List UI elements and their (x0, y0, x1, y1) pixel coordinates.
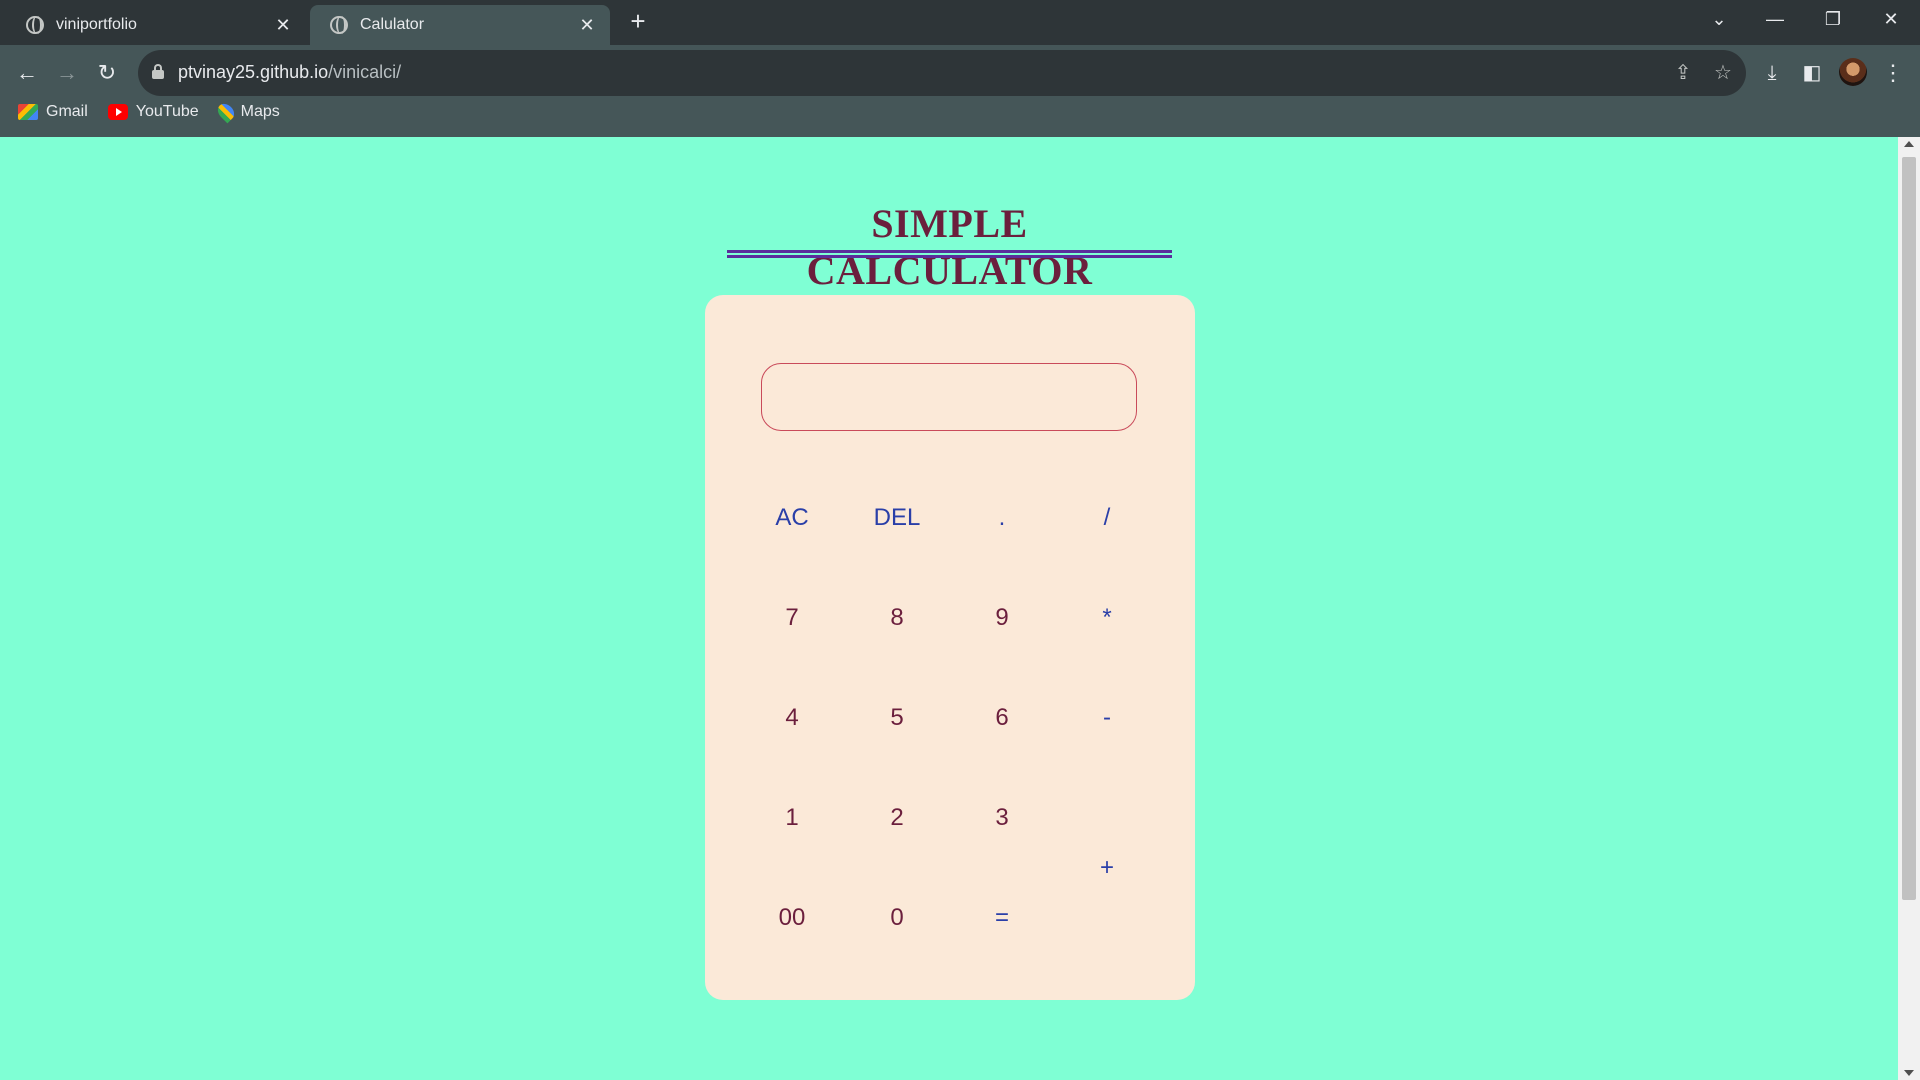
zero-button[interactable]: 0 (852, 888, 942, 948)
bookmark-youtube[interactable]: YouTube (107, 103, 199, 121)
one-button[interactable]: 1 (747, 788, 837, 848)
tab-calculator[interactable]: Calulator ✕ (310, 5, 610, 45)
lock-icon[interactable] (152, 64, 164, 79)
window-close-icon[interactable]: ✕ (1864, 0, 1918, 38)
multiply-button[interactable]: * (1062, 588, 1152, 648)
eight-button[interactable]: 8 (852, 588, 942, 648)
seven-button[interactable]: 7 (747, 588, 837, 648)
scrollbar-thumb[interactable] (1902, 157, 1916, 900)
page-title: SIMPLE CALCULATOR (806, 201, 1093, 293)
url-path: /vinicalci/ (328, 62, 402, 82)
two-button[interactable]: 2 (852, 788, 942, 848)
tab-bar: viniportfolio ✕ Calulator ✕ + ⌄ — ❐ ✕ (0, 0, 1920, 45)
nine-button[interactable]: 9 (957, 588, 1047, 648)
page-viewport: SIMPLE CALCULATOR AC DEL . / 7 8 9 * 4 5… (0, 137, 1898, 1080)
bookmark-label: YouTube (135, 103, 199, 120)
share-icon[interactable]: ⇪ (1668, 58, 1698, 88)
title-underline (727, 250, 1172, 258)
decimal-button[interactable]: . (957, 488, 1047, 548)
delete-button[interactable]: DEL (852, 488, 942, 548)
bookmark-star-icon[interactable]: ☆ (1708, 58, 1738, 88)
scroll-up-arrow-icon[interactable] (1904, 141, 1914, 147)
browser-toolbar: ← → ↻ ptvinay25.github.io/vinicalci/ ⇪ ☆… (0, 45, 1920, 137)
close-tab-icon[interactable]: ✕ (572, 15, 602, 36)
tab-search-icon[interactable]: ⌄ (1692, 0, 1746, 38)
divide-button[interactable]: / (1062, 488, 1152, 548)
youtube-icon (107, 104, 128, 120)
side-panel-icon[interactable]: ◧ (1794, 55, 1830, 91)
scroll-down-arrow-icon[interactable] (1904, 1070, 1914, 1076)
tab-viniportfolio[interactable]: viniportfolio ✕ (6, 5, 306, 45)
maps-icon (214, 100, 237, 124)
minimize-icon[interactable]: — (1748, 0, 1802, 38)
address-bar[interactable]: ptvinay25.github.io/vinicalci/ ⇪ ☆ (138, 50, 1746, 96)
back-arrow-icon[interactable]: ← (9, 55, 45, 91)
forward-arrow-icon[interactable]: → (49, 55, 85, 91)
close-tab-icon[interactable]: ✕ (268, 15, 298, 36)
bookmark-label: Gmail (46, 103, 88, 120)
bookmarks-bar: Gmail YouTube Maps (0, 97, 282, 127)
gmail-icon (18, 104, 38, 120)
double-zero-button[interactable]: 00 (747, 888, 837, 948)
vertical-scrollbar[interactable] (1898, 137, 1920, 1080)
reload-icon[interactable]: ↻ (89, 55, 125, 91)
minus-button[interactable]: - (1062, 688, 1152, 748)
calculator-panel: AC DEL . / 7 8 9 * 4 5 6 - 1 2 3 + 00 0 … (705, 295, 1195, 1000)
tab-title: viniportfolio (56, 16, 137, 33)
profile-avatar[interactable] (1839, 58, 1867, 86)
bookmark-maps[interactable]: Maps (214, 100, 280, 124)
menu-kebab-icon[interactable]: ⋮ (1882, 55, 1904, 91)
bookmark-gmail[interactable]: Gmail (18, 103, 88, 121)
restore-icon[interactable]: ❐ (1806, 0, 1860, 38)
equals-button[interactable]: = (957, 888, 1047, 948)
bookmark-label: Maps (240, 103, 280, 120)
url-host: ptvinay25.github.io (178, 62, 329, 82)
new-tab-button[interactable]: + (622, 6, 654, 38)
calculator-display[interactable] (761, 363, 1137, 431)
six-button[interactable]: 6 (957, 688, 1047, 748)
download-icon[interactable]: ⤓ (1754, 55, 1790, 91)
globe-icon (330, 16, 348, 34)
tab-title: Calulator (360, 16, 425, 33)
plus-button[interactable]: + (1062, 788, 1152, 948)
five-button[interactable]: 5 (852, 688, 942, 748)
three-button[interactable]: 3 (957, 788, 1047, 848)
ac-button[interactable]: AC (747, 488, 837, 548)
four-button[interactable]: 4 (747, 688, 837, 748)
url-text[interactable]: ptvinay25.github.io/vinicalci/ (178, 62, 401, 83)
globe-icon (26, 16, 44, 34)
